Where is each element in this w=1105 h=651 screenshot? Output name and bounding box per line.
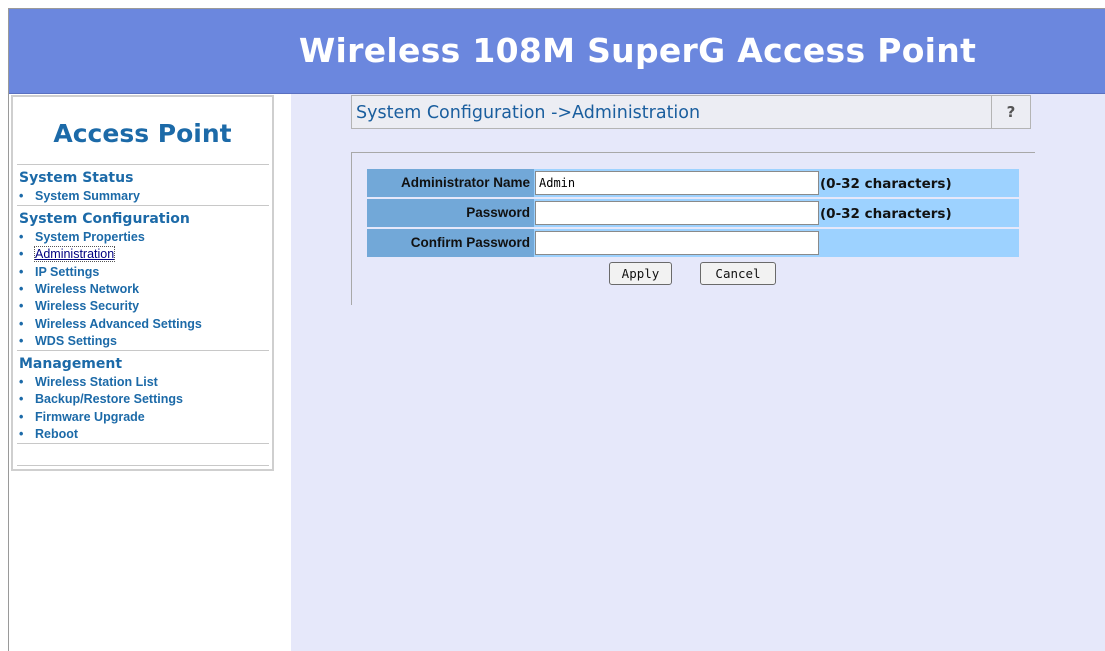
main-content: System Configuration ->Administration ? … bbox=[291, 94, 1105, 651]
bullet-icon: • bbox=[19, 317, 24, 331]
help-button[interactable]: ? bbox=[991, 96, 1030, 128]
sidebar-item-wireless-network[interactable]: • Wireless Network bbox=[19, 282, 139, 296]
sidebar-item-wds-settings[interactable]: • WDS Settings bbox=[19, 334, 117, 348]
divider bbox=[17, 465, 269, 466]
password-hint: (0-32 characters) bbox=[820, 206, 952, 222]
bullet-icon: • bbox=[19, 427, 24, 441]
sidebar-logo: Access Point bbox=[53, 119, 232, 148]
cancel-button[interactable]: Cancel bbox=[700, 262, 776, 285]
section-management: Management bbox=[19, 356, 123, 372]
divider bbox=[17, 443, 269, 444]
bullet-icon: • bbox=[19, 247, 24, 261]
sidebar-item-wireless-advanced-settings[interactable]: • Wireless Advanced Settings bbox=[19, 317, 202, 331]
bullet-icon: • bbox=[19, 410, 24, 424]
sidebar-item-wireless-station-list[interactable]: • Wireless Station List bbox=[19, 375, 158, 389]
page-title: System Configuration ->Administration bbox=[356, 103, 701, 123]
bullet-icon: • bbox=[19, 189, 24, 203]
sidebar-item-reboot[interactable]: • Reboot bbox=[19, 427, 78, 441]
password-row: Password (0-32 characters) bbox=[367, 199, 1019, 227]
section-system-status: System Status bbox=[19, 170, 134, 186]
page-title-bar: System Configuration ->Administration ? bbox=[351, 95, 1031, 129]
divider bbox=[17, 164, 269, 165]
bullet-icon: • bbox=[19, 282, 24, 296]
left-column: Access Point System Status • System Summa… bbox=[9, 94, 291, 651]
admin-name-label: Administrator Name bbox=[367, 169, 534, 197]
bullet-icon: • bbox=[19, 265, 24, 279]
admin-name-row: Administrator Name (0-32 characters) bbox=[367, 169, 1019, 197]
sidebar-item-system-summary[interactable]: • System Summary bbox=[19, 189, 140, 203]
sidebar-item-system-properties[interactable]: • System Properties bbox=[19, 230, 145, 244]
password-label: Password bbox=[367, 199, 534, 227]
confirm-password-label: Confirm Password bbox=[367, 229, 534, 257]
bullet-icon: • bbox=[19, 299, 24, 313]
sidebar-item-ip-settings[interactable]: • IP Settings bbox=[19, 265, 99, 279]
bullet-icon: • bbox=[19, 334, 24, 348]
sidebar-item-firmware-upgrade[interactable]: • Firmware Upgrade bbox=[19, 410, 145, 424]
bullet-icon: • bbox=[19, 375, 24, 389]
sidebar-item-administration[interactable]: • Administration bbox=[19, 246, 116, 262]
header-title: Wireless 108M SuperG Access Point bbox=[298, 31, 977, 70]
confirm-password-row: Confirm Password bbox=[367, 229, 1019, 257]
admin-name-hint: (0-32 characters) bbox=[820, 176, 952, 192]
section-system-configuration: System Configuration bbox=[19, 211, 190, 227]
admin-form-panel: Administrator Name (0-32 characters) Pas… bbox=[351, 152, 1035, 305]
divider bbox=[17, 205, 269, 206]
sidebar-item-backup-restore-settings[interactable]: • Backup/Restore Settings bbox=[19, 392, 183, 406]
apply-button[interactable]: Apply bbox=[609, 262, 672, 285]
divider bbox=[17, 350, 269, 351]
admin-name-input[interactable] bbox=[535, 171, 819, 195]
password-input[interactable] bbox=[535, 201, 819, 225]
app-frame: Wireless 108M SuperG Access Point Access… bbox=[8, 8, 1105, 651]
page-header: Wireless 108M SuperG Access Point bbox=[9, 9, 1105, 94]
confirm-password-input[interactable] bbox=[535, 231, 819, 255]
bullet-icon: • bbox=[19, 392, 24, 406]
bullet-icon: • bbox=[19, 230, 24, 244]
sidebar: Access Point System Status • System Summa… bbox=[11, 95, 274, 471]
sidebar-item-wireless-security[interactable]: • Wireless Security bbox=[19, 299, 139, 313]
